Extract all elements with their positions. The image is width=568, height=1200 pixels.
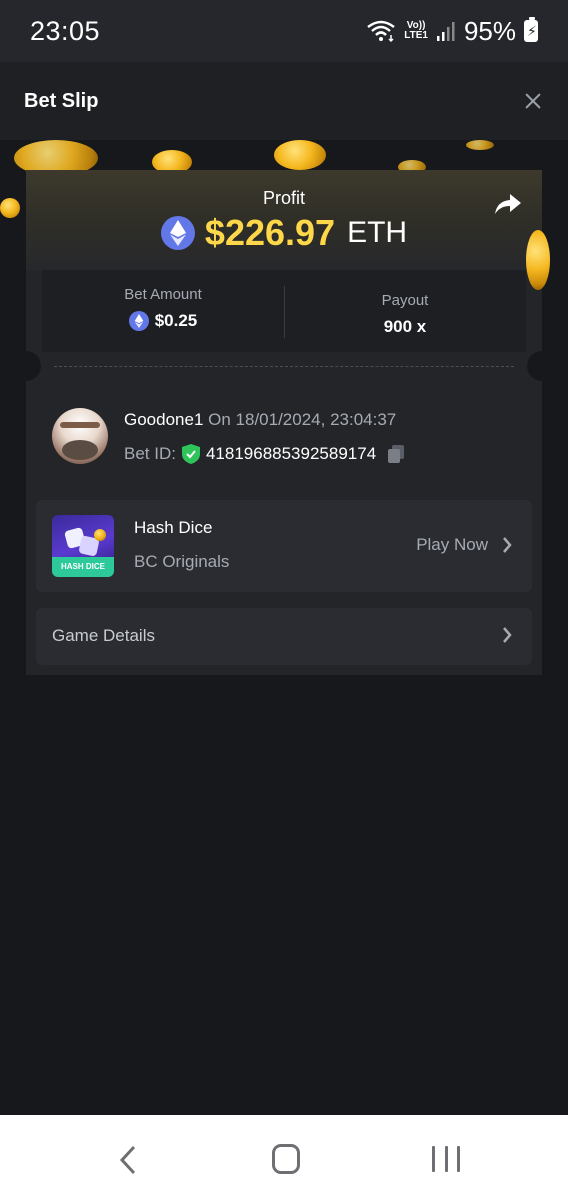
stats-box: Bet Amount $0.25 Payout 900 x [42,270,526,352]
user-row: Goodone1 On 18/01/2024, 23:04:37 Bet ID:… [50,406,520,466]
chevron-right-icon [503,627,512,643]
ethereum-icon [160,216,195,250]
status-time: 23:05 [30,15,101,46]
coin-decoration [274,140,326,170]
page-title: Bet Slip [24,89,99,112]
verified-shield-icon [181,444,200,464]
close-icon[interactable] [522,90,544,112]
coin-decoration [94,529,106,541]
payout-stat: Payout 900 x [284,270,526,352]
header: Bet Slip [0,62,568,140]
bet-amount-value: $0.25 [154,311,198,330]
profit-currency: ETH [347,216,408,249]
payout-value: 900 x [383,317,427,336]
play-now-label: Play Now [416,535,488,554]
game-provider: BC Originals [134,552,230,571]
profit-row: $226.97 ETH [26,212,542,254]
battery-percent: 95% [463,15,516,46]
profit-section: Profit $226.97 ETH [26,170,550,290]
user-info: Goodone1 On 18/01/2024, 23:04:37 [124,410,396,430]
copy-icon[interactable] [386,444,406,464]
game-details-label: Game Details [52,626,155,645]
status-icons: Vo)) LTE1 95% ⚡ [366,16,538,47]
network-type: Vo)) LTE1 [404,21,428,41]
home-icon[interactable] [272,1144,300,1174]
hash-dice-thumbnail: HASH DICE [52,515,114,577]
coin-decoration [466,140,494,150]
system-nav-bar [0,1115,568,1200]
avatar-art [60,422,100,428]
signal-icon [436,22,455,41]
wifi-icon [367,20,395,43]
thumb-label: HASH DICE [52,557,114,577]
username[interactable]: Goodone1 [124,410,203,429]
bet-id-row: Bet ID: 418196885392589174 [124,444,406,464]
ticket-notch-left [11,351,41,381]
game-row[interactable]: HASH DICE Hash Dice BC Originals Play No… [36,500,532,592]
recent-apps-icon[interactable] [432,1146,460,1172]
battery-charging-icon: ⚡ [524,17,538,42]
ethereum-icon [128,311,149,331]
coin-decoration [0,198,20,218]
bet-amount-stat: Bet Amount $0.25 [42,270,284,352]
game-details-row[interactable]: Game Details [36,608,532,665]
game-name: Hash Dice [134,518,213,537]
chevron-right-icon [503,537,512,553]
avatar[interactable] [52,408,108,464]
play-now-button[interactable]: Play Now [416,535,512,555]
payout-row: 900 x [284,317,526,337]
profit-value: $226.97 [204,212,336,253]
back-icon[interactable] [116,1145,140,1175]
status-bar: 23:05 Vo)) LTE1 95% ⚡ [0,0,568,62]
profit-label: Profit [262,188,305,208]
ticket-divider [54,366,514,367]
ticket-notch-right [527,351,557,381]
lte-label: LTE1 [404,30,428,41]
share-icon[interactable] [494,192,522,216]
payout-label: Payout [381,292,429,309]
bet-amount-row: $0.25 [42,311,284,331]
bet-id-value: 418196885392589174 [205,444,377,463]
bet-id-label: Bet ID: [124,444,176,463]
bet-date: On 18/01/2024, 23:04:37 [208,410,397,429]
bet-amount-label: Bet Amount [124,286,202,303]
bet-slip-card: Profit $226.97 ETH Bet Amount $0.25 Payo… [11,170,557,675]
avatar-art [62,440,98,460]
